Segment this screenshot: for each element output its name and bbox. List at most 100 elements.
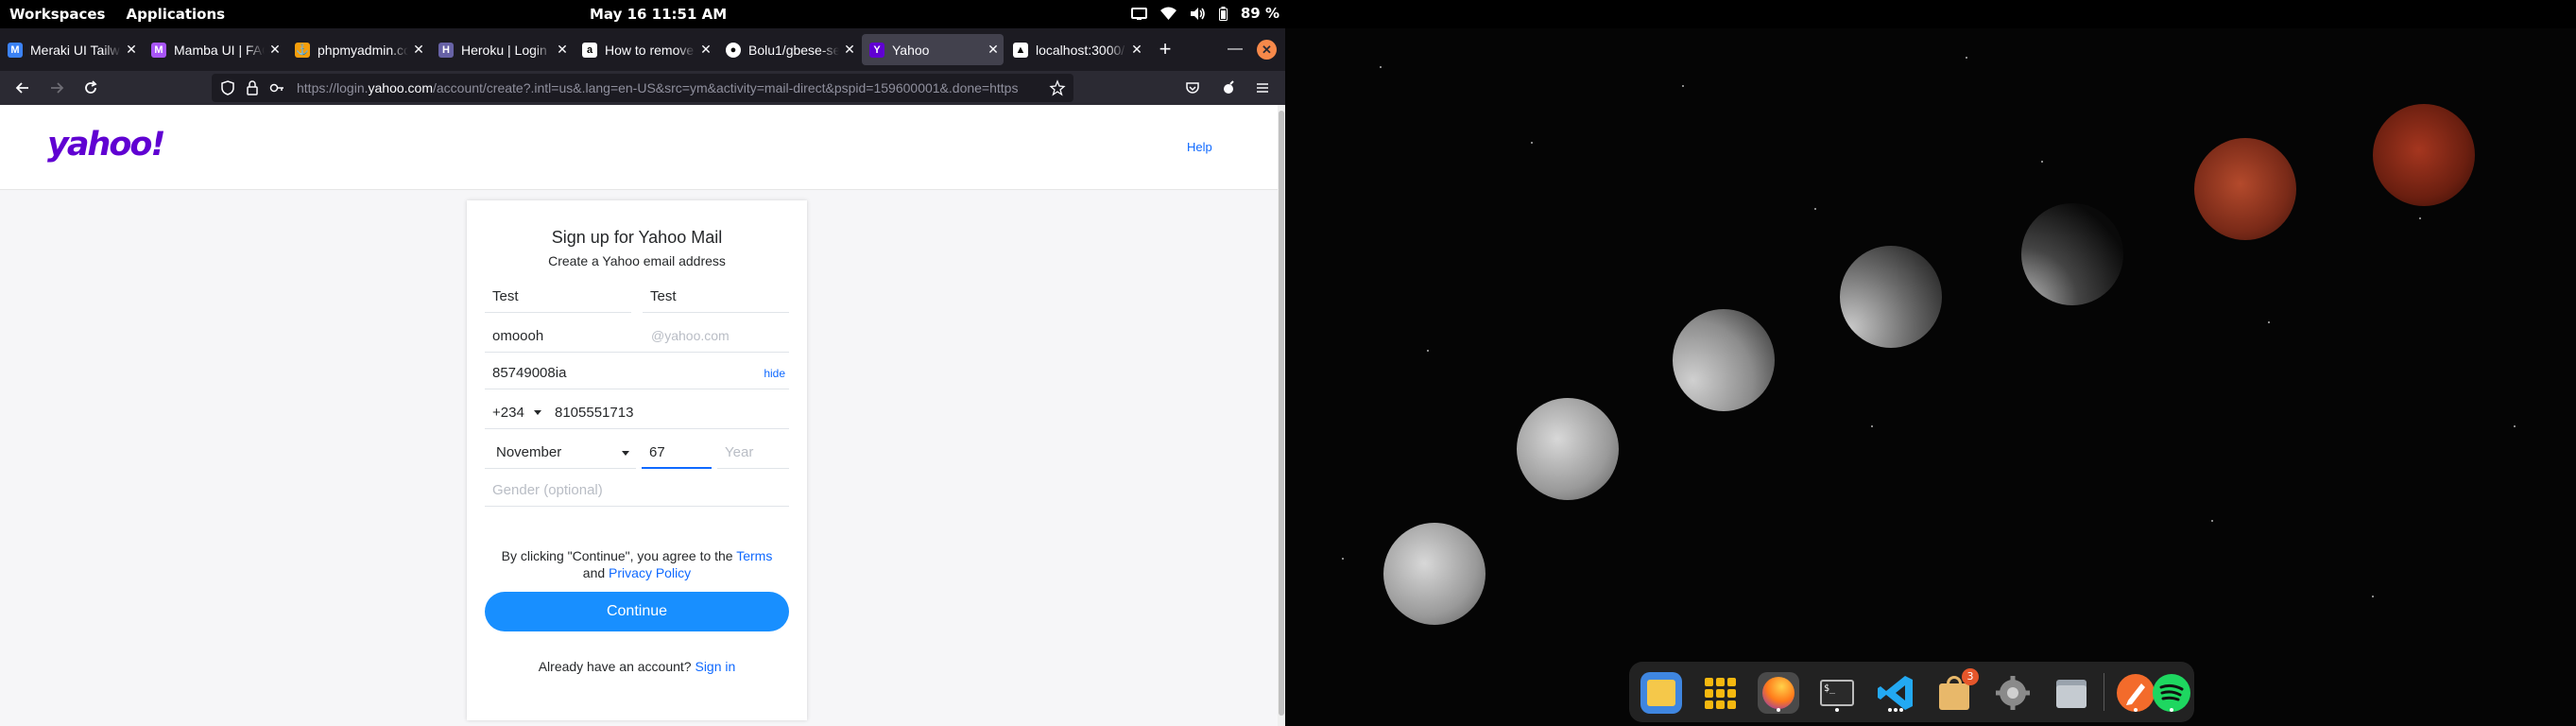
tab-label: Meraki UI Tailwi xyxy=(30,42,121,58)
password-field[interactable]: 85749008ia hide xyxy=(485,355,789,389)
vscode-icon[interactable] xyxy=(1875,672,1916,714)
last-name-field[interactable]: Test xyxy=(643,279,789,313)
email-value: omoooh xyxy=(492,328,544,344)
url-bar[interactable]: https://login.yahoo.com/account/create?.… xyxy=(212,74,1073,102)
applications-menu[interactable]: Applications xyxy=(126,6,225,23)
meraki-favicon-icon: M xyxy=(8,42,23,58)
amazon-favicon-icon: a xyxy=(582,42,597,58)
yahoo-logo[interactable]: yahoo! xyxy=(47,126,165,164)
password-value: 85749008ia xyxy=(492,365,567,381)
birth-year-field[interactable]: Year xyxy=(717,435,789,469)
pocket-button[interactable] xyxy=(1179,76,1206,100)
tab-how-to-remove[interactable]: a How to remove ✕ xyxy=(575,34,716,65)
close-tab-icon[interactable]: ✕ xyxy=(265,42,285,58)
tab-label: Mamba UI | FAQ xyxy=(174,42,265,58)
workspaces-button[interactable]: Workspaces xyxy=(9,6,105,23)
url-path: /account/create?.intl=us&.lang=en-US&src… xyxy=(432,80,1019,95)
software-center-icon[interactable]: 3 xyxy=(1933,668,1979,714)
running-indicator xyxy=(2170,708,2173,712)
tab-label: Heroku | Login xyxy=(461,42,547,58)
permissions-key-icon[interactable] xyxy=(268,79,285,96)
tab-localhost[interactable]: ▲ localhost:3000/ ✕ xyxy=(1005,34,1147,65)
forward-button[interactable] xyxy=(43,76,70,100)
app-dock: $_ 3 xyxy=(1629,662,2194,722)
scrollbar-thumb[interactable] xyxy=(1279,111,1284,716)
back-button[interactable] xyxy=(9,76,36,100)
tab-heroku[interactable]: H Heroku | Login ✕ xyxy=(431,34,573,65)
close-tab-icon[interactable]: ✕ xyxy=(983,42,1004,58)
tab-yahoo[interactable]: Y Yahoo ✕ xyxy=(862,34,1004,65)
file-manager-icon[interactable] xyxy=(2051,672,2092,714)
github-favicon-icon: ● xyxy=(726,42,741,58)
tab-label: Yahoo xyxy=(892,42,930,58)
reload-button[interactable] xyxy=(77,76,104,100)
close-tab-icon[interactable]: ✕ xyxy=(552,42,573,58)
last-name-value: Test xyxy=(650,288,677,304)
terminal-icon[interactable]: $_ xyxy=(1816,672,1858,714)
minimize-window-button[interactable]: — xyxy=(1222,37,1248,61)
app-grid-icon[interactable] xyxy=(1699,672,1741,714)
running-indicator xyxy=(1894,708,1898,712)
star xyxy=(2041,161,2043,163)
lock-icon[interactable] xyxy=(244,79,261,96)
system-top-bar: Workspaces Applications May 16 11:51 AM … xyxy=(0,0,2576,28)
screen-share-icon[interactable] xyxy=(1130,7,1147,21)
hide-password-toggle[interactable]: hide xyxy=(764,367,785,380)
gender-field[interactable]: Gender (optional) xyxy=(485,473,789,507)
chevron-down-icon xyxy=(534,410,541,415)
tab-label: Bolu1/gbese-se xyxy=(748,42,839,58)
tab-strip: M Meraki UI Tailwi ✕ M Mamba UI | FAQ ✕ … xyxy=(0,28,1285,71)
tab-meraki-ui[interactable]: M Meraki UI Tailwi ✕ xyxy=(0,34,142,65)
bookmark-star-icon[interactable] xyxy=(1049,79,1066,96)
battery-icon[interactable] xyxy=(1218,6,1228,21)
hamburger-menu-icon[interactable] xyxy=(1249,76,1276,100)
battery-percentage: 89 % xyxy=(1240,5,1279,22)
page-scrollbar[interactable] xyxy=(1278,105,1285,726)
wifi-icon[interactable] xyxy=(1159,7,1176,21)
birth-day-field[interactable]: 67 xyxy=(642,435,712,469)
vercel-favicon-icon: ▲ xyxy=(1013,42,1028,58)
phone-field[interactable]: 8105551713 xyxy=(547,395,789,429)
terms-link[interactable]: Terms xyxy=(736,548,772,563)
heroku-favicon-icon: H xyxy=(438,42,454,58)
star xyxy=(1380,66,1382,68)
running-indicator xyxy=(2134,708,2138,712)
new-tab-button[interactable]: + xyxy=(1152,37,1178,61)
page-title: Sign up for Yahoo Mail xyxy=(551,228,723,247)
tab-mamba-ui[interactable]: M Mamba UI | FAQ ✕ xyxy=(144,34,285,65)
continue-button[interactable]: Continue xyxy=(485,592,789,631)
files-app-icon[interactable] xyxy=(1640,672,1682,714)
extension-icon[interactable] xyxy=(1215,76,1242,100)
privacy-policy-link[interactable]: Privacy Policy xyxy=(609,565,691,580)
yahoo-favicon-icon: Y xyxy=(869,42,884,58)
close-tab-icon[interactable]: ✕ xyxy=(696,42,716,58)
signin-prompt: Already have an account? Sign in xyxy=(467,659,807,674)
country-code-select[interactable]: +234 xyxy=(485,395,547,429)
star xyxy=(1531,142,1533,144)
email-field[interactable]: omoooh @yahoo.com xyxy=(485,319,789,353)
spotify-icon[interactable] xyxy=(2151,672,2192,714)
moon-phase-7 xyxy=(2373,104,2475,206)
tracking-shield-icon[interactable] xyxy=(219,79,236,96)
help-link[interactable]: Help xyxy=(1187,140,1212,154)
close-tab-icon[interactable]: ✕ xyxy=(1126,42,1147,58)
firefox-icon[interactable] xyxy=(1758,672,1799,714)
volume-icon[interactable] xyxy=(1190,7,1206,21)
email-domain-suffix: @yahoo.com xyxy=(651,328,730,343)
settings-gear-icon[interactable] xyxy=(1992,672,2034,714)
first-name-field[interactable]: Test xyxy=(485,279,631,313)
signin-link[interactable]: Sign in xyxy=(695,659,735,674)
running-indicator xyxy=(1888,708,1892,712)
clock[interactable]: May 16 11:51 AM xyxy=(590,6,727,23)
moon-phase-2 xyxy=(1517,398,1619,500)
birth-month-select[interactable]: November xyxy=(485,435,636,469)
close-tab-icon[interactable]: ✕ xyxy=(408,42,429,58)
birth-month-value: November xyxy=(496,444,562,460)
close-window-button[interactable]: ✕ xyxy=(1257,40,1277,60)
close-tab-icon[interactable]: ✕ xyxy=(121,42,142,58)
star xyxy=(1342,558,1344,560)
tab-github-gbese[interactable]: ● Bolu1/gbese-se ✕ xyxy=(718,34,860,65)
tab-phpmyadmin[interactable]: ⚓ phpmyadmin.co ✕ xyxy=(287,34,429,65)
close-tab-icon[interactable]: ✕ xyxy=(839,42,860,58)
mamba-favicon-icon: M xyxy=(151,42,166,58)
